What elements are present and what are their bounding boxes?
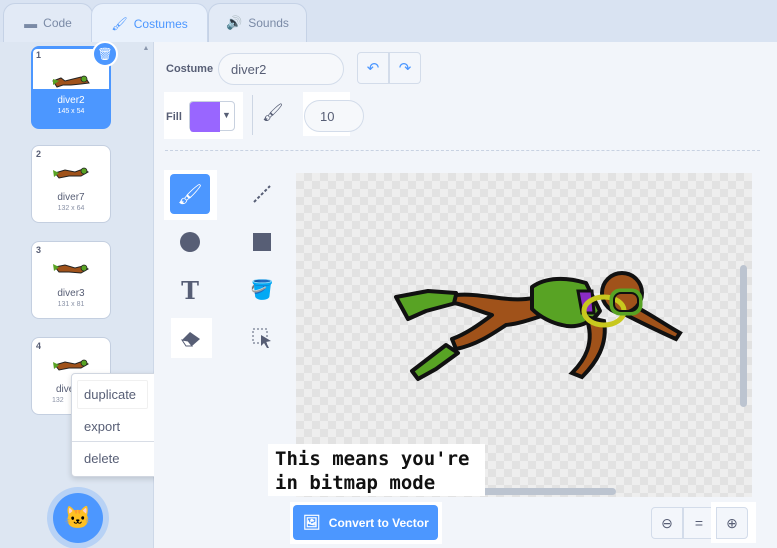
choose-costume-button[interactable]: 🐱 (53, 493, 103, 543)
costume-name-label: Costume (166, 63, 214, 75)
tab-costumes[interactable]: 🖌 Costumes (91, 3, 208, 43)
fill-label: Fill (166, 111, 182, 123)
zoom-out-button[interactable]: ⊖ (651, 507, 683, 539)
toolbar-separator (165, 150, 760, 151)
undo-icon: ↶ (366, 60, 380, 77)
text-icon: T (181, 275, 199, 305)
zoom-out-icon: ⊖ (661, 514, 673, 531)
brush-size-input[interactable]: 10 (304, 100, 364, 132)
eraser-icon (180, 332, 200, 347)
redo-button[interactable]: ↷ (389, 52, 421, 84)
fill-tool[interactable]: 🪣 (242, 270, 282, 310)
convert-to-vector-button[interactable]: 🖼 Convert to Vector (293, 505, 438, 540)
zoom-in-button[interactable]: ⊕ (716, 507, 748, 539)
chevron-down-icon: ▼ (222, 110, 231, 120)
speaker-icon: 🔊 (226, 15, 243, 30)
circle-icon (180, 232, 200, 252)
zoom-in-icon: ⊕ (726, 514, 738, 531)
tab-code[interactable]: ▬ Code (3, 3, 93, 42)
delete-costume-button[interactable]: 🗑 (92, 41, 118, 67)
undo-button[interactable]: ↶ (357, 52, 389, 84)
code-icon: ▬ (24, 15, 38, 31)
scroll-up-arrow[interactable]: ▲ (141, 45, 151, 52)
costume-thumbnail (41, 162, 101, 184)
bitmap-mode-note: This means you're in bitmap mode (268, 444, 485, 496)
image-icon: 🖼 (303, 514, 321, 530)
menu-item-duplicate[interactable]: duplicate (78, 380, 148, 408)
trash-icon: 🗑 (97, 47, 113, 61)
rectangle-tool[interactable] (242, 222, 282, 262)
line-icon (253, 185, 271, 203)
brush-size-icon: 🖌 (262, 103, 284, 122)
costume-item-3[interactable]: 3 diver3 131 x 81 (31, 241, 111, 319)
costume-thumbnail (41, 258, 101, 280)
tab-sounds[interactable]: 🔊 Sounds (208, 3, 307, 42)
paint-bucket-icon: 🪣 (250, 280, 274, 301)
brush-tool[interactable]: 🖌 (170, 174, 210, 214)
costume-name-input[interactable]: diver2 (218, 53, 344, 85)
toolbar-divider (252, 95, 253, 135)
rectangle-icon (253, 233, 271, 251)
circle-tool[interactable] (170, 222, 210, 262)
eraser-tool[interactable] (171, 318, 211, 358)
cat-icon: 🐱 (64, 505, 92, 530)
canvas-vertical-scrollbar[interactable] (740, 265, 747, 407)
brush-icon: 🖌 (177, 183, 203, 206)
fill-color-picker[interactable]: ▼ (189, 101, 235, 132)
select-tool[interactable] (242, 318, 282, 358)
text-tool[interactable]: T (170, 270, 210, 310)
redo-icon: ↷ (398, 60, 412, 77)
fill-color-swatch (190, 102, 220, 132)
brush-icon: 🖌 (111, 15, 128, 31)
marquee-select-icon (252, 328, 271, 348)
line-tool[interactable] (242, 174, 282, 214)
costume-item-2[interactable]: 2 diver7 132 x 64 (31, 145, 111, 223)
